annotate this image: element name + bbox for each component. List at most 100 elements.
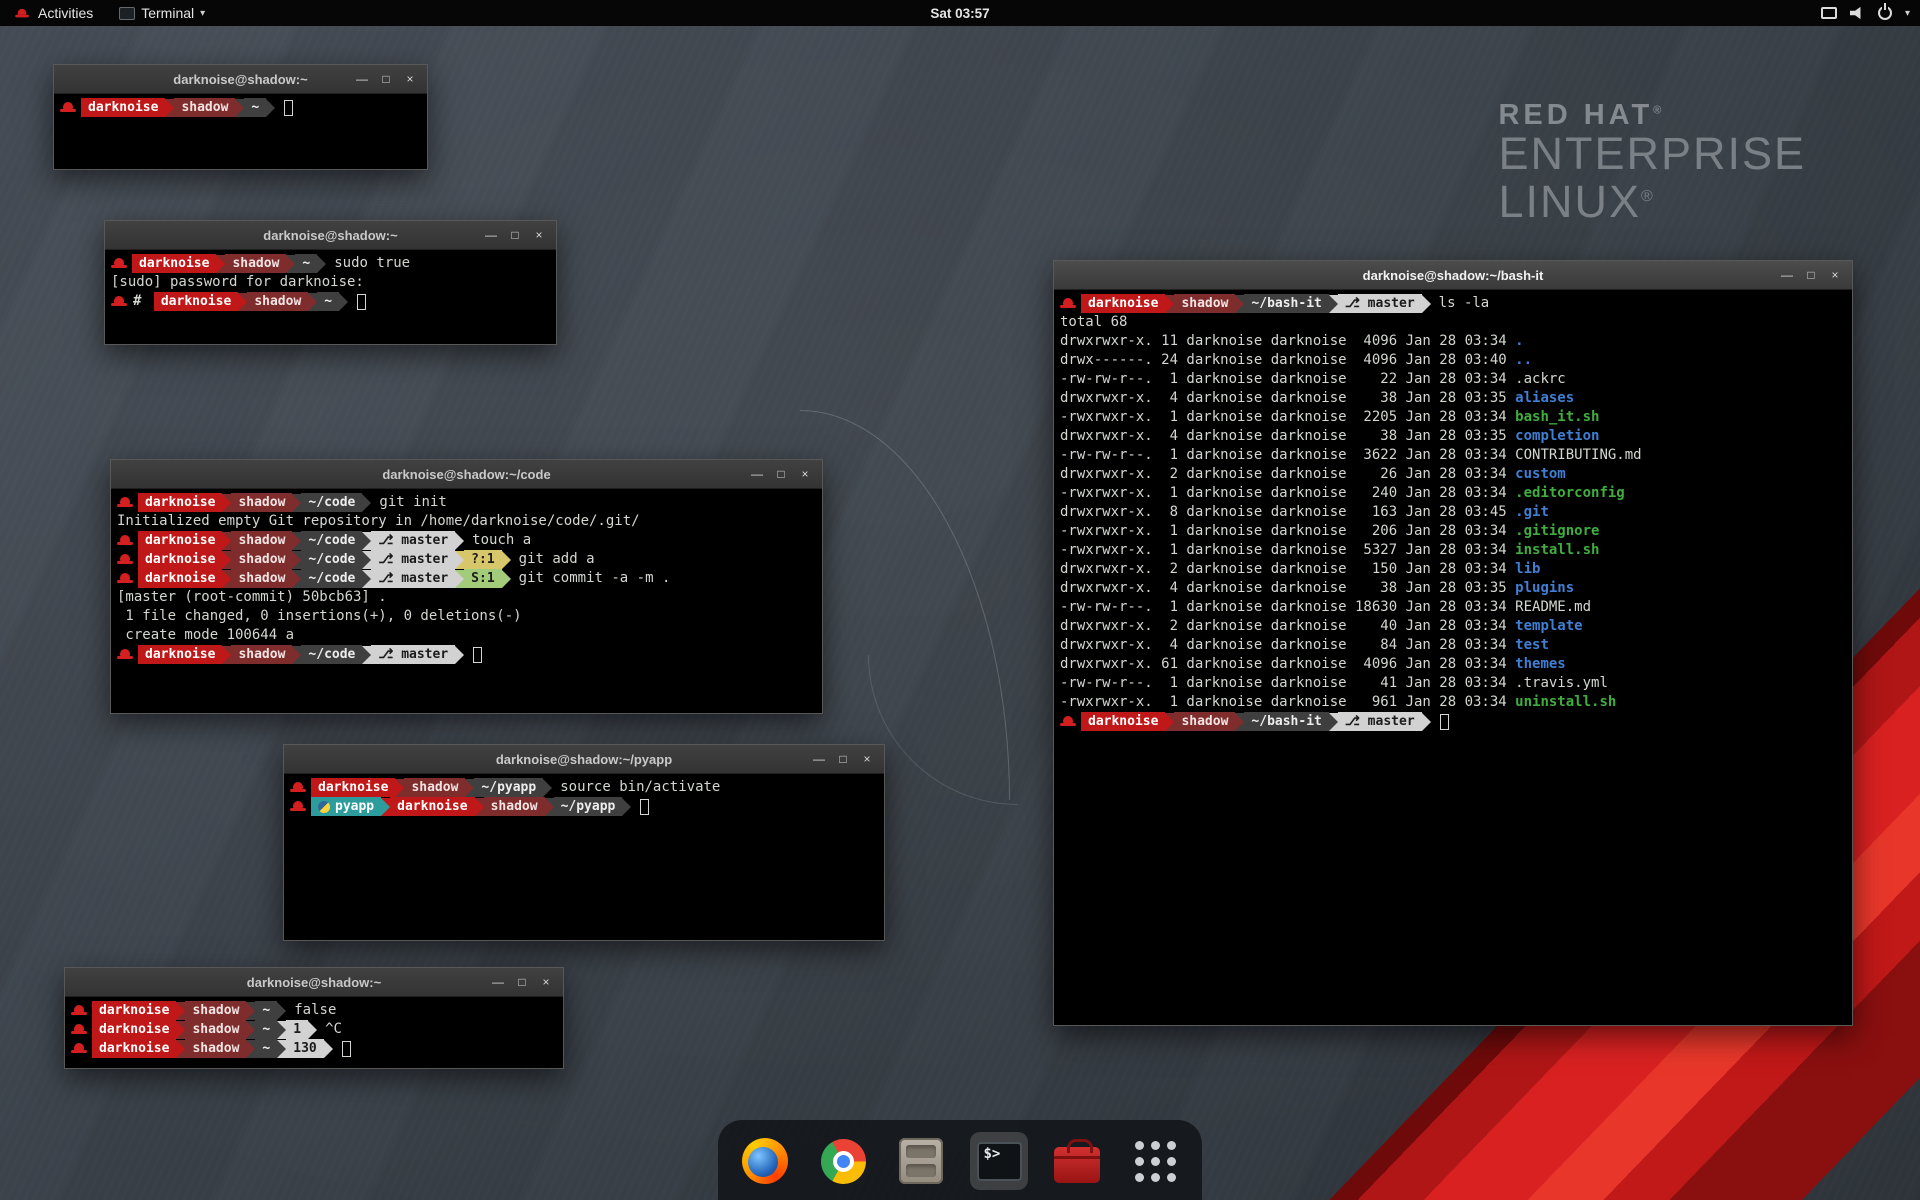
terminal-window-code[interactable]: darknoise@shadow:~/code—□×darknoiseshado… <box>110 459 823 714</box>
powerline-separator <box>381 798 390 816</box>
powerline-separator <box>455 646 464 664</box>
terminal-window-pyapp[interactable]: darknoise@shadow:~/pyapp—□×darknoiseshad… <box>283 744 885 941</box>
close-button[interactable]: × <box>400 69 420 89</box>
prompt-segment-git: ⎇ master <box>1338 712 1422 731</box>
powerline-separator <box>1329 713 1338 731</box>
dock-item-toolbox[interactable] <box>1048 1132 1106 1190</box>
terminal-output-line: -rwxrwxr-x. 1 darknoise darknoise 2205 J… <box>1060 408 1846 427</box>
titlebar[interactable]: darknoise@shadow:~/code—□× <box>111 460 822 489</box>
titlebar[interactable]: darknoise@shadow:~—□× <box>65 968 563 997</box>
redhat-icon <box>117 572 133 585</box>
terminal-output-line: drwxrwxr-x. 2 darknoise darknoise 40 Jan… <box>1060 617 1846 636</box>
terminal-output-line: drwxrwxr-x. 61 darknoise darknoise 4096 … <box>1060 655 1846 674</box>
grid-dot <box>1151 1157 1160 1166</box>
powerline-separator <box>277 1002 286 1020</box>
command-text: ^C <box>325 1020 342 1039</box>
prompt-segment-host: shadow <box>484 797 545 816</box>
terminal-window-bash-it[interactable]: darknoise@shadow:~/bash-it—□× darknoise sh… <box>1053 260 1853 1026</box>
minimize-button[interactable]: — <box>352 69 372 89</box>
prompt-segment-path: ~/code <box>301 531 362 550</box>
clock[interactable]: Sat 03:57 <box>930 6 989 21</box>
chevron-down-icon: ▾ <box>200 8 205 19</box>
prompt-segment-host: shadow <box>247 292 308 311</box>
dock-item-terminal[interactable]: $> <box>970 1132 1028 1190</box>
titlebar[interactable]: darknoise@shadow:~—□× <box>54 65 427 94</box>
prompt-segment-user: darknoise <box>1081 294 1165 313</box>
prompt-segment-venv: pyapp <box>311 797 381 816</box>
powerline-separator <box>475 798 484 816</box>
powerline-separator <box>292 570 301 588</box>
close-button[interactable]: × <box>536 972 556 992</box>
terminal-viewport[interactable]: darknoiseshadow~/bash-it⎇ masterls -lato… <box>1054 290 1852 1025</box>
minimize-button[interactable]: — <box>747 464 767 484</box>
maximize-button[interactable]: □ <box>771 464 791 484</box>
maximize-button[interactable]: □ <box>376 69 396 89</box>
maximize-button[interactable]: □ <box>505 225 525 245</box>
command-text: sudo true <box>334 254 410 273</box>
dock-item-files[interactable] <box>892 1132 950 1190</box>
window-controls: —□× <box>488 972 563 992</box>
prompt-segment-path: ~/bash-it <box>1244 294 1328 313</box>
window-title: darknoise@shadow:~/pyapp <box>284 752 884 767</box>
redhat-icon <box>71 1004 87 1017</box>
titlebar[interactable]: darknoise@shadow:~/pyapp—□× <box>284 745 884 774</box>
maximize-button[interactable]: □ <box>512 972 532 992</box>
grid-dot <box>1151 1141 1160 1150</box>
prompt-segment-user: darknoise <box>138 531 222 550</box>
titlebar[interactable]: darknoise@shadow:~—□× <box>105 221 556 250</box>
redhat-icon <box>117 648 133 661</box>
terminal-viewport[interactable]: darknoiseshadow~falsedarknoiseshadow~1^C… <box>65 997 563 1068</box>
apps-grid-icon <box>1135 1141 1176 1182</box>
activities-button[interactable]: Activities <box>10 0 97 26</box>
terminal-viewport[interactable]: darknoiseshadow~/pyappsource bin/activat… <box>284 774 884 940</box>
powerline-separator <box>317 255 326 273</box>
grid-dot <box>1167 1157 1176 1166</box>
command-text: git init <box>379 493 446 512</box>
redhat-icon <box>111 257 127 270</box>
prompt-segment-host: shadow <box>231 550 292 569</box>
grid-dot <box>1167 1173 1176 1182</box>
close-button[interactable]: × <box>857 749 877 769</box>
prompt-segment-exit: 1 <box>286 1020 308 1039</box>
dock-item-apps-grid[interactable] <box>1126 1132 1184 1190</box>
terminal-prompt-line: darknoiseshadow~/code⎇ master?:1git add … <box>117 550 816 569</box>
window-title: darknoise@shadow:~/code <box>111 467 822 482</box>
system-status-area[interactable]: ▾ <box>1821 6 1910 20</box>
prompt-segment-user: darknoise <box>138 569 222 588</box>
prompt-segment-user: darknoise <box>138 550 222 569</box>
terminal-viewport[interactable]: darknoiseshadow~/codegit initInitialized… <box>111 489 822 713</box>
dock-item-firefox[interactable] <box>736 1132 794 1190</box>
terminal-output-line: drwxrwxr-x. 4 darknoise darknoise 38 Jan… <box>1060 389 1846 408</box>
powerline-separator <box>222 646 231 664</box>
powerline-separator <box>1235 295 1244 313</box>
titlebar[interactable]: darknoise@shadow:~/bash-it—□× <box>1054 261 1852 290</box>
powerline-separator <box>176 1002 185 1020</box>
prompt-segment-exit: 130 <box>286 1039 323 1058</box>
terminal-window-sudo[interactable]: darknoise@shadow:~—□×darknoiseshadow~sud… <box>104 220 557 345</box>
terminal-viewport[interactable]: darknoiseshadow~ <box>54 94 427 169</box>
terminal-window-exitcodes[interactable]: darknoise@shadow:~—□×darknoiseshadow~fal… <box>64 967 564 1069</box>
maximize-button[interactable]: □ <box>1801 265 1821 285</box>
minimize-button[interactable]: — <box>809 749 829 769</box>
redhat-icon <box>1060 715 1076 728</box>
dock-item-chrome[interactable] <box>814 1132 872 1190</box>
maximize-button[interactable]: □ <box>833 749 853 769</box>
prompt-segment-git: ⎇ master <box>371 531 455 550</box>
terminal-window-home-top[interactable]: darknoise@shadow:~—□×darknoiseshadow~ <box>53 64 428 170</box>
minimize-button[interactable]: — <box>1777 265 1797 285</box>
terminal-output-line: [sudo] password for darknoise: <box>111 273 550 292</box>
terminal-prompt-line: darknoiseshadow~/code⎇ master <box>117 645 816 664</box>
powerline-separator <box>246 1040 255 1058</box>
brand-line-3: LINUX® <box>1498 178 1806 225</box>
close-button[interactable]: × <box>1825 265 1845 285</box>
redhat-icon <box>111 295 127 308</box>
terminal-output-line: -rw-rw-r--. 1 darknoise darknoise 3622 J… <box>1060 446 1846 465</box>
terminal-viewport[interactable]: darknoiseshadow~sudo true[sudo] password… <box>105 250 556 344</box>
prompt-segment-host: shadow <box>1174 712 1235 731</box>
minimize-button[interactable]: — <box>488 972 508 992</box>
prompt-segment-host: shadow <box>225 254 286 273</box>
minimize-button[interactable]: — <box>481 225 501 245</box>
close-button[interactable]: × <box>795 464 815 484</box>
app-menu-terminal[interactable]: Terminal ▾ <box>115 0 209 26</box>
close-button[interactable]: × <box>529 225 549 245</box>
